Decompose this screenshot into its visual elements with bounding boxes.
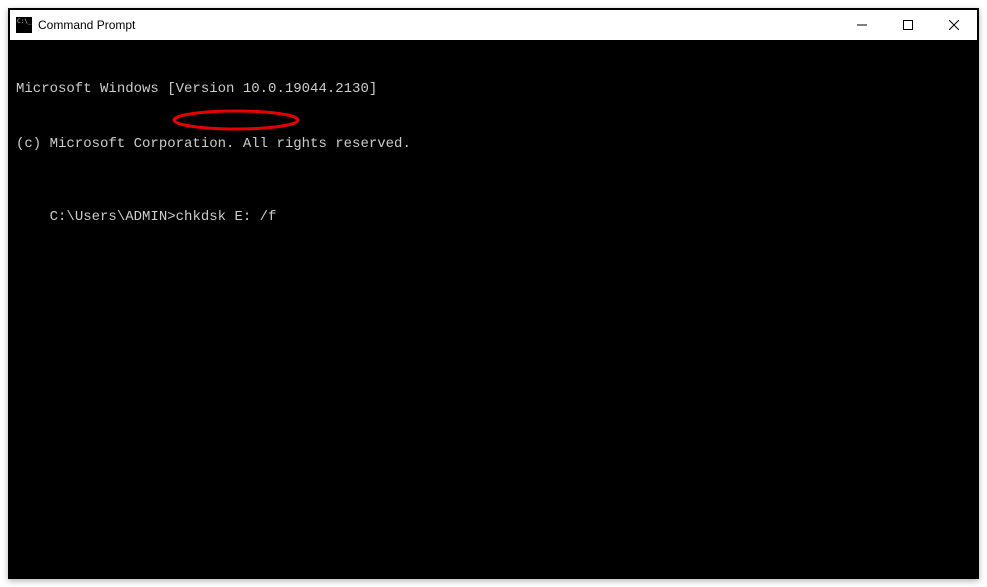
minimize-button[interactable] [839,10,885,40]
terminal-prompt: C:\Users\ADMIN> [50,209,176,225]
close-button[interactable] [931,10,977,40]
command-prompt-icon [16,17,32,33]
maximize-icon [903,20,913,30]
terminal-command: chkdsk E: /f [176,209,277,225]
terminal-area[interactable]: Microsoft Windows [Version 10.0.19044.21… [10,40,977,577]
title-bar[interactable]: Command Prompt [10,10,977,40]
close-icon [949,20,959,30]
minimize-icon [857,20,867,30]
terminal-line-copyright: (c) Microsoft Corporation. All rights re… [16,135,971,153]
terminal-line-version: Microsoft Windows [Version 10.0.19044.21… [16,80,971,98]
maximize-button[interactable] [885,10,931,40]
window-title: Command Prompt [38,18,135,32]
terminal-prompt-line: C:\Users\ADMIN>chkdsk E: /f [50,209,277,225]
command-prompt-window: Command Prompt Microsoft Windows [Versio… [8,8,979,579]
window-controls [839,10,977,40]
